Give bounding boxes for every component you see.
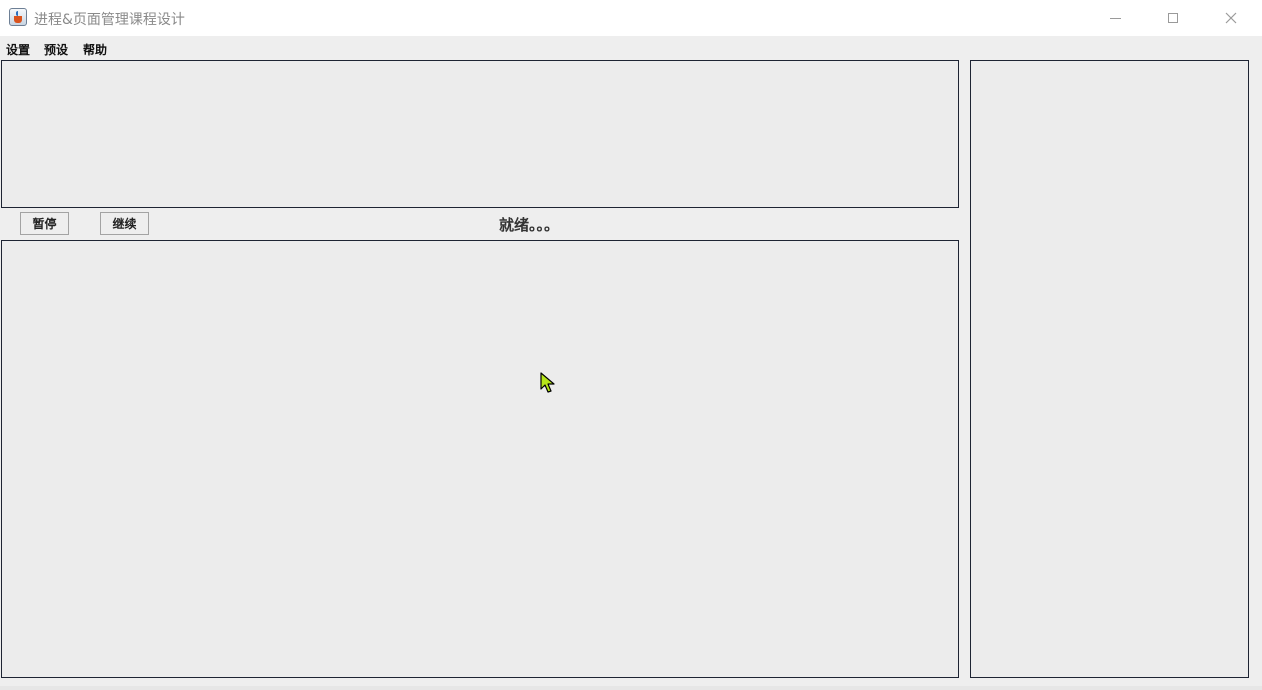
page-panel (1, 240, 959, 678)
mouse-cursor-icon (540, 372, 555, 393)
window-title: 进程&页面管理课程设计 (34, 12, 185, 28)
java-app-icon (9, 8, 27, 26)
side-panel (970, 60, 1249, 678)
resume-button[interactable]: 继续 (100, 212, 149, 235)
menu-help[interactable]: 帮助 (83, 41, 107, 58)
title-bar[interactable]: 进程&页面管理课程设计 (0, 0, 1262, 36)
pause-button[interactable]: 暂停 (20, 212, 69, 235)
window-bottom-edge (0, 686, 1262, 690)
minimize-icon (1109, 17, 1121, 19)
status-label: 就绪。。。 (499, 216, 560, 234)
menu-settings[interactable]: 设置 (6, 41, 30, 58)
close-button[interactable] (1202, 0, 1260, 36)
maximize-icon (1168, 13, 1178, 23)
app-window: 进程&页面管理课程设计 设置 预设 帮助 暂停 继续 就绪。。。 (0, 0, 1262, 690)
process-panel (1, 60, 959, 208)
menu-presets[interactable]: 预设 (44, 41, 68, 58)
close-icon (1225, 12, 1237, 24)
menu-bar: 设置 预设 帮助 (0, 37, 1262, 58)
minimize-button[interactable] (1086, 0, 1144, 36)
maximize-button[interactable] (1144, 0, 1202, 36)
